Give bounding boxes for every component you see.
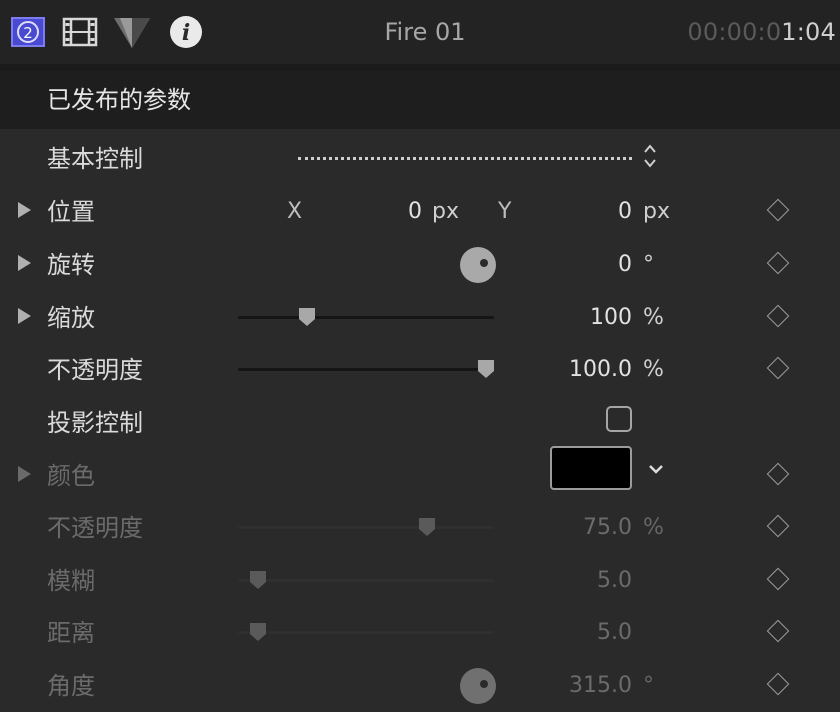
scale-disclosure-icon[interactable] [18, 308, 31, 324]
scale-value[interactable]: 100 [560, 302, 632, 334]
scale-unit: % [643, 305, 664, 330]
timecode: 00:00:01:04 [687, 16, 836, 48]
opacity-value[interactable]: 100.0 [540, 354, 632, 386]
opacity-unit: % [643, 357, 664, 382]
chevron-down-icon[interactable] [647, 460, 665, 478]
opacity-row: 不透明度 100.0 % [0, 344, 840, 396]
scale-slider[interactable] [238, 308, 494, 326]
position-y-axis-label: Y [498, 199, 512, 224]
angle-value[interactable]: 315.0 [540, 670, 632, 702]
position-x-value[interactable]: 0 [380, 196, 422, 228]
shadow-opacity-keyframe-icon[interactable] [766, 514, 790, 538]
angle-dial[interactable] [460, 668, 496, 704]
rotation-value[interactable]: 0 [570, 249, 632, 281]
distance-label: 距离 [47, 619, 95, 647]
position-x-axis-label: X [287, 199, 303, 224]
published-params-header[interactable]: 已发布的参数 [0, 71, 840, 129]
shadow-controls-row: 投影控制 [0, 397, 840, 449]
scale-row: 缩放 100 % [0, 292, 840, 344]
rotation-dial[interactable] [460, 247, 496, 283]
basic-controls-row: 基本控制 [0, 133, 840, 185]
blur-row: 模糊 5.0 [0, 555, 840, 607]
timecode-dim: 00:00:0 [687, 18, 782, 46]
generator-icon-number: 2 [23, 24, 33, 42]
popup-stepper-icon[interactable] [641, 141, 659, 171]
blur-label: 模糊 [47, 567, 95, 595]
section-title: 已发布的参数 [47, 86, 191, 114]
shadow-opacity-row: 不透明度 75.0 % [0, 502, 840, 554]
rotation-unit: ° [643, 252, 654, 277]
timecode-bright: 1:04 [781, 18, 836, 46]
blur-value[interactable]: 5.0 [560, 565, 632, 597]
position-y-value[interactable]: 0 [590, 196, 632, 228]
shadow-opacity-value[interactable]: 75.0 [540, 512, 632, 544]
position-keyframe-icon[interactable] [766, 198, 790, 222]
distance-value[interactable]: 5.0 [560, 617, 632, 649]
info-icon[interactable]: i [168, 14, 204, 50]
shadow-opacity-slider[interactable] [238, 518, 494, 536]
color-keyframe-icon[interactable] [766, 462, 790, 486]
rotation-row: 旋转 0 ° [0, 239, 840, 291]
scale-slider-knob[interactable] [297, 306, 317, 328]
blur-slider-knob[interactable] [248, 569, 268, 591]
scale-label: 缩放 [47, 304, 95, 332]
basic-controls-label: 基本控制 [47, 145, 143, 173]
shadow-opacity-slider-knob[interactable] [417, 516, 437, 538]
opacity-slider[interactable] [238, 360, 495, 378]
opacity-label: 不透明度 [47, 356, 143, 384]
position-x-unit: px [432, 199, 459, 224]
distance-keyframe-icon[interactable] [766, 619, 790, 643]
color-row: 颜色 [0, 446, 840, 502]
position-row: 位置 X 0 px Y 0 px [0, 186, 840, 238]
color-inspector-icon[interactable] [112, 14, 150, 50]
blur-slider[interactable] [238, 571, 494, 589]
clip-title: Fire 01 [384, 18, 466, 46]
film-icon[interactable] [62, 14, 98, 50]
shadow-checkbox[interactable] [606, 406, 632, 432]
opacity-keyframe-icon[interactable] [766, 356, 790, 380]
rotation-label: 旋转 [47, 251, 95, 279]
basic-controls-popup[interactable] [298, 157, 632, 160]
distance-row: 距离 5.0 [0, 607, 840, 659]
svg-text:i: i [182, 20, 190, 46]
shadow-opacity-label: 不透明度 [47, 514, 143, 542]
color-disclosure-icon[interactable] [18, 466, 31, 482]
distance-slider[interactable] [238, 623, 494, 641]
generator-icon[interactable]: 2 [10, 14, 46, 50]
distance-slider-knob[interactable] [248, 621, 268, 643]
position-label: 位置 [47, 198, 95, 226]
shadow-controls-label: 投影控制 [47, 409, 143, 437]
blur-keyframe-icon[interactable] [766, 567, 790, 591]
scale-keyframe-icon[interactable] [766, 304, 790, 328]
inspector-toolbar: 2 i Fire 01 00:00:01:04 [0, 0, 840, 64]
angle-keyframe-icon[interactable] [766, 672, 790, 696]
angle-unit: ° [643, 673, 654, 698]
shadow-opacity-unit: % [643, 515, 664, 540]
angle-row: 角度 315.0 ° [0, 660, 840, 712]
rotation-disclosure-icon[interactable] [18, 255, 31, 271]
color-swatch[interactable] [550, 446, 632, 490]
position-y-unit: px [643, 199, 670, 224]
angle-label: 角度 [47, 672, 95, 700]
opacity-slider-knob[interactable] [476, 358, 496, 380]
position-disclosure-icon[interactable] [18, 202, 31, 218]
color-label: 颜色 [47, 462, 95, 490]
toolbar-divider [0, 64, 840, 71]
rotation-keyframe-icon[interactable] [766, 251, 790, 275]
